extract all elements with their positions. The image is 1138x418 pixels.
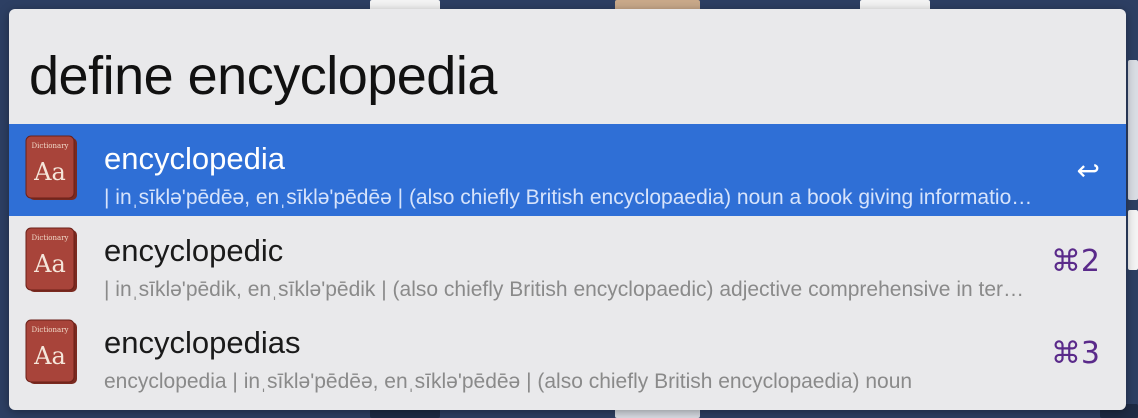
result-row-encyclopedic[interactable]: Dictionary Aa encyclopedic | inˌsīklə'pē… [9, 216, 1126, 308]
dictionary-icon: Dictionary Aa [23, 318, 81, 388]
dictionary-icon-label: Dictionary [31, 234, 68, 242]
result-title: encyclopedia [104, 141, 285, 176]
return-key-shortcut: ↩ [1076, 154, 1100, 187]
result-subtitle: encyclopedia | inˌsīklə'pēdēə, enˌsīklə'… [104, 370, 913, 393]
dictionary-icon-aa: Aa [33, 250, 66, 278]
dictionary-icon-label: Dictionary [31, 142, 68, 150]
dictionary-icon-aa: Aa [33, 342, 66, 370]
results-list: Dictionary Aa encyclopedia | inˌsīklə'pē… [9, 124, 1126, 400]
result-title: encyclopedic [104, 233, 284, 268]
dictionary-icon: Dictionary Aa [23, 226, 81, 296]
dictionary-icon: Dictionary Aa [23, 134, 81, 204]
command-3-shortcut: ⌘3 [1050, 336, 1100, 371]
dictionary-icon-label: Dictionary [31, 326, 68, 334]
result-row-encyclopedias[interactable]: Dictionary Aa encyclopedias encyclopedia… [9, 308, 1126, 400]
result-subtitle: | inˌsīklə'pēdēə, enˌsīklə'pēdēə | (also… [104, 186, 1034, 209]
result-title: encyclopedias [104, 325, 301, 360]
result-subtitle: | inˌsīklə'pēdik, enˌsīklə'pēdik | (also… [104, 278, 1034, 301]
spotlight-panel: define encyclopedia Dictionary Aa encycl… [9, 9, 1126, 410]
command-2-shortcut: ⌘2 [1050, 244, 1100, 279]
search-input[interactable]: define encyclopedia [29, 31, 1106, 121]
result-row-encyclopedia[interactable]: Dictionary Aa encyclopedia | inˌsīklə'pē… [9, 124, 1126, 216]
dictionary-icon-aa: Aa [33, 158, 66, 186]
